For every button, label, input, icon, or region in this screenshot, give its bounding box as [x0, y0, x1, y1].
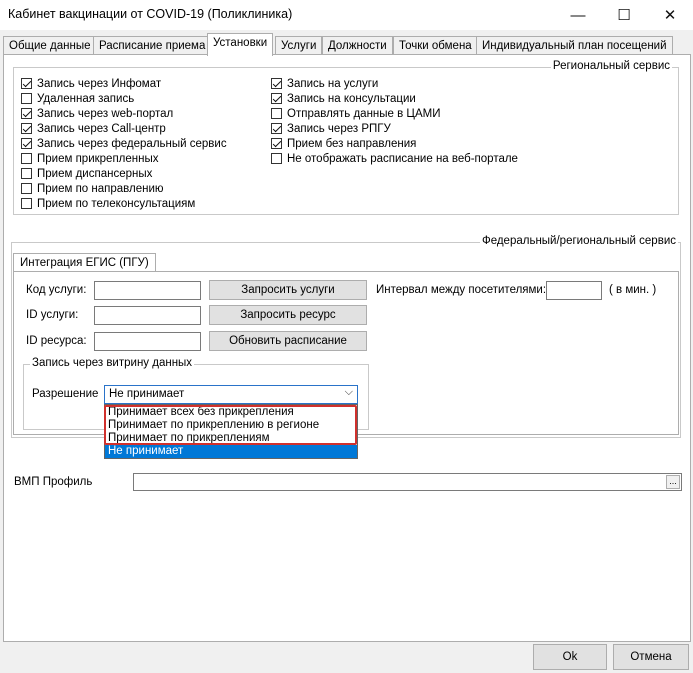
service-code-input[interactable]	[94, 281, 201, 300]
federal-service-title: Федеральный/региональный сервис	[479, 235, 678, 247]
ok-button[interactable]: Ok	[533, 644, 607, 670]
checkbox-label: Отправлять данные в ЦАМИ	[287, 107, 441, 120]
regional-right-checkbox-row[interactable]: Запись через РПГУ	[271, 121, 391, 136]
checkbox-icon[interactable]	[21, 153, 32, 164]
checkbox-icon[interactable]	[21, 123, 32, 134]
regional-left-checkbox-row[interactable]: Запись через Инфомат	[21, 76, 161, 91]
minimize-icon[interactable]: —	[555, 0, 601, 30]
checkbox-label: Запись через web-портал	[37, 107, 174, 120]
checkbox-icon[interactable]	[21, 138, 32, 149]
chevron-down-icon[interactable]: ⌵	[345, 386, 353, 399]
regional-left-checkbox-row[interactable]: Запись через федеральный сервис	[21, 136, 227, 151]
window-title: Кабинет вакцинации от COVID-19 (Поликлин…	[8, 7, 293, 21]
resource-id-input[interactable]	[94, 332, 201, 351]
regional-left-checkbox-row[interactable]: Запись через web-портал	[21, 106, 173, 121]
checkbox-icon[interactable]	[21, 108, 32, 119]
checkbox-label: Не отображать расписание на веб-портале	[287, 152, 518, 165]
permission-dropdown-list: Принимает всех без прикрепления Принимае…	[104, 404, 358, 459]
checkbox-label: Запись через РПГУ	[287, 122, 391, 135]
request-resource-button[interactable]: Запросить ресурс	[209, 305, 367, 325]
service-code-label: Код услуги:	[26, 284, 87, 296]
checkbox-icon[interactable]	[21, 198, 32, 209]
vmp-profile-field[interactable]: ...	[133, 473, 682, 491]
update-schedule-button[interactable]: Обновить расписание	[209, 331, 367, 351]
checkbox-icon[interactable]	[271, 153, 282, 164]
tab-settings[interactable]: Установки	[207, 33, 274, 56]
checkbox-icon[interactable]	[271, 108, 282, 119]
option-accept-all[interactable]: Принимает всех без прикрепления	[105, 406, 357, 419]
tab-services[interactable]: Услуги	[275, 36, 323, 55]
request-services-button[interactable]: Запросить услуги	[209, 280, 367, 300]
checkbox-label: Запись на услуги	[287, 77, 379, 90]
service-id-label: ID услуги:	[26, 309, 79, 321]
regional-right-checkbox-row[interactable]: Запись на консультации	[271, 91, 416, 106]
resource-id-label: ID ресурса:	[26, 335, 87, 347]
title-bar: Кабинет вакцинации от COVID-19 (Поликлин…	[0, 0, 693, 30]
vmp-profile-label: ВМП Профиль	[14, 476, 93, 488]
checkbox-label: Прием по телеконсультациям	[37, 197, 196, 210]
checkbox-label: Прием диспансерных	[37, 167, 153, 180]
regional-right-checkbox-row[interactable]: Прием без направления	[271, 136, 416, 151]
checkbox-icon[interactable]	[271, 123, 282, 134]
checkbox-label: Удаленная запись	[37, 92, 135, 105]
option-accept-region[interactable]: Принимает по прикреплению в регионе	[105, 419, 357, 432]
checkbox-label: Запись через Инфомат	[37, 77, 162, 90]
checkbox-label: Запись на консультации	[287, 92, 416, 105]
checkbox-label: Прием без направления	[287, 137, 417, 150]
tab-schedule[interactable]: Расписание приема	[93, 36, 212, 55]
permission-value: Не принимает	[109, 388, 185, 400]
regional-left-checkbox-row[interactable]: Прием диспансерных	[21, 166, 152, 181]
regional-left-checkbox-row[interactable]: Прием по направлению	[21, 181, 164, 196]
showcase-title: Запись через витрину данных	[30, 357, 195, 369]
checkbox-icon[interactable]	[21, 168, 32, 179]
permission-combobox[interactable]: Не принимает ⌵	[104, 385, 358, 404]
tab-individual-plan[interactable]: Индивидуальный план посещений	[476, 36, 673, 55]
regional-right-checkbox-row[interactable]: Отправлять данные в ЦАМИ	[271, 106, 440, 121]
option-not-accept[interactable]: Не принимает	[105, 445, 357, 458]
interval-label: Интервал между посетителями:	[376, 284, 547, 296]
permission-label: Разрешение	[32, 388, 99, 400]
browse-icon[interactable]: ...	[666, 475, 680, 489]
maximize-icon[interactable]: ☐	[601, 0, 647, 30]
close-icon[interactable]: ✕	[647, 0, 693, 30]
cancel-button[interactable]: Отмена	[613, 644, 689, 670]
tab-positions[interactable]: Должности	[322, 36, 393, 55]
checkbox-icon[interactable]	[21, 78, 32, 89]
interval-unit-label: ( в мин. )	[609, 284, 657, 296]
tab-egis-integration[interactable]: Интеграция ЕГИС (ПГУ)	[13, 253, 156, 273]
service-id-input[interactable]	[94, 306, 201, 325]
regional-left-checkbox-row[interactable]: Удаленная запись	[21, 91, 134, 106]
regional-right-checkbox-row[interactable]: Не отображать расписание на веб-портале	[271, 151, 518, 166]
checkbox-label: Запись через Call-центр	[37, 122, 166, 135]
tab-general[interactable]: Общие данные	[3, 36, 97, 55]
checkbox-icon[interactable]	[271, 93, 282, 104]
tab-strip: Общие данные Расписание приема Установки…	[0, 33, 693, 56]
checkbox-label: Прием по направлению	[37, 182, 164, 195]
checkbox-label: Прием прикрепленных	[37, 152, 159, 165]
checkbox-icon[interactable]	[21, 93, 32, 104]
regional-left-checkbox-row[interactable]: Прием прикрепленных	[21, 151, 159, 166]
regional-right-checkbox-row[interactable]: Запись на услуги	[271, 76, 378, 91]
checkbox-icon[interactable]	[271, 78, 282, 89]
interval-input[interactable]	[546, 281, 602, 300]
regional-left-checkbox-row[interactable]: Прием по телеконсультациям	[21, 196, 195, 211]
regional-service-title: Региональный сервис	[550, 60, 672, 72]
checkbox-icon[interactable]	[21, 183, 32, 194]
checkbox-label: Запись через федеральный сервис	[37, 137, 227, 150]
tab-exchange-points[interactable]: Точки обмена	[393, 36, 478, 55]
regional-left-checkbox-row[interactable]: Запись через Call-центр	[21, 121, 166, 136]
checkbox-icon[interactable]	[271, 138, 282, 149]
option-accept-attachments[interactable]: Принимает по прикреплениям	[105, 432, 357, 445]
